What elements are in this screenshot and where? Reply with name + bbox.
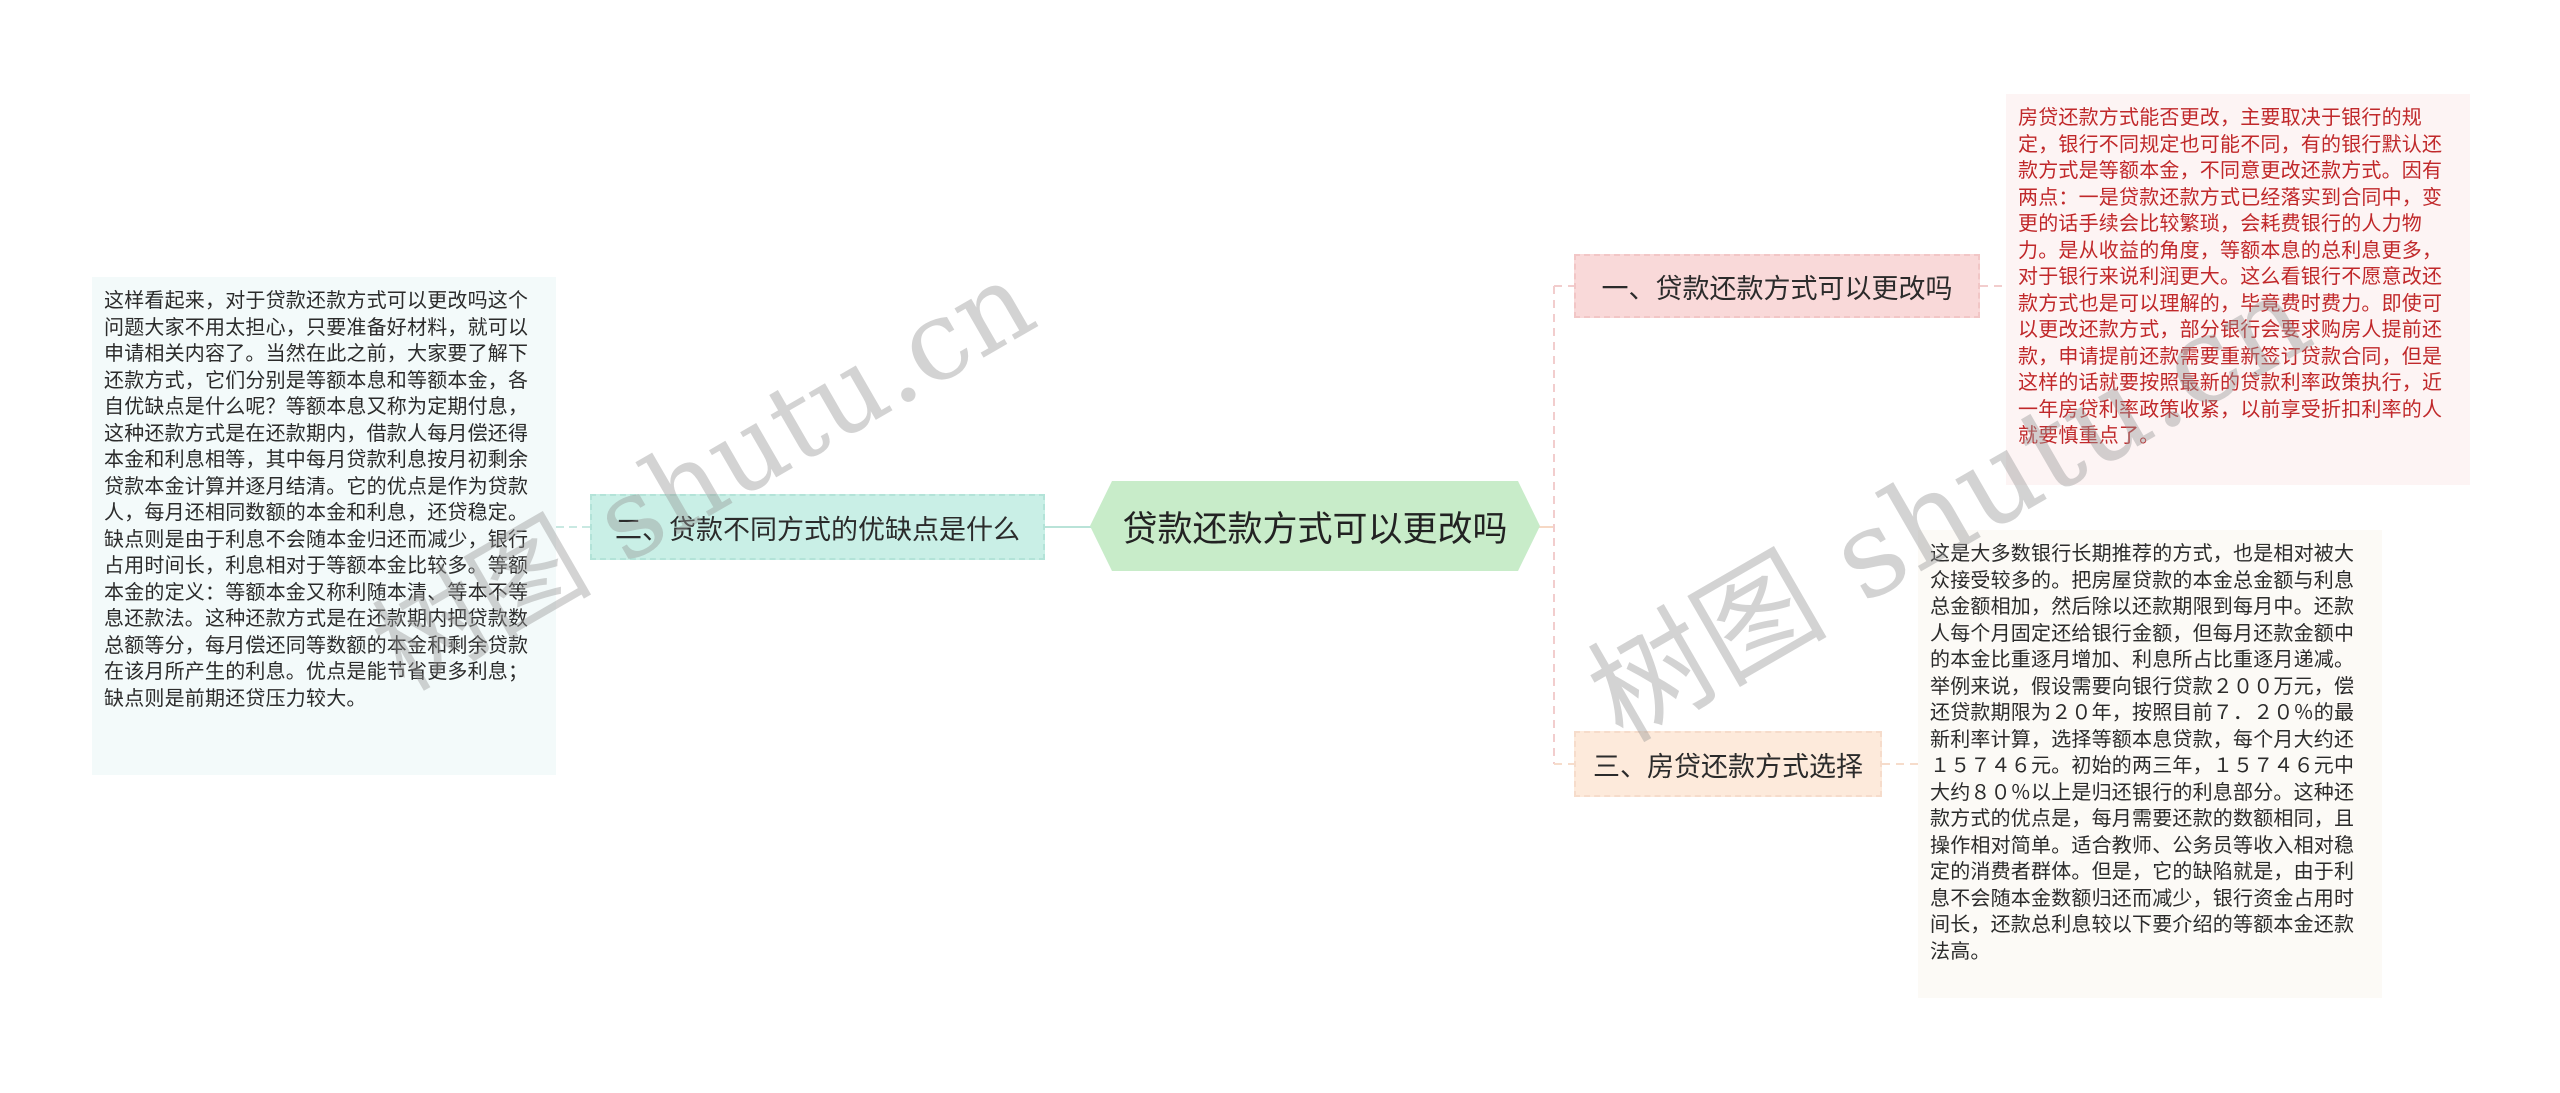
branch-node-1[interactable]: 一、贷款还款方式可以更改吗 (1574, 254, 1980, 318)
center-node-label: 贷款还款方式可以更改吗 (1122, 509, 1508, 550)
branch-node-1-label: 一、贷款还款方式可以更改吗 (1601, 273, 1953, 305)
center-node[interactable]: 贷款还款方式可以更改吗 (1090, 481, 1540, 571)
branch-3-detail-text: 这是大多数银行长期推荐的方式，也是相对被大众接受较多的。把房屋贷款的本金总金额与… (1918, 530, 2382, 998)
